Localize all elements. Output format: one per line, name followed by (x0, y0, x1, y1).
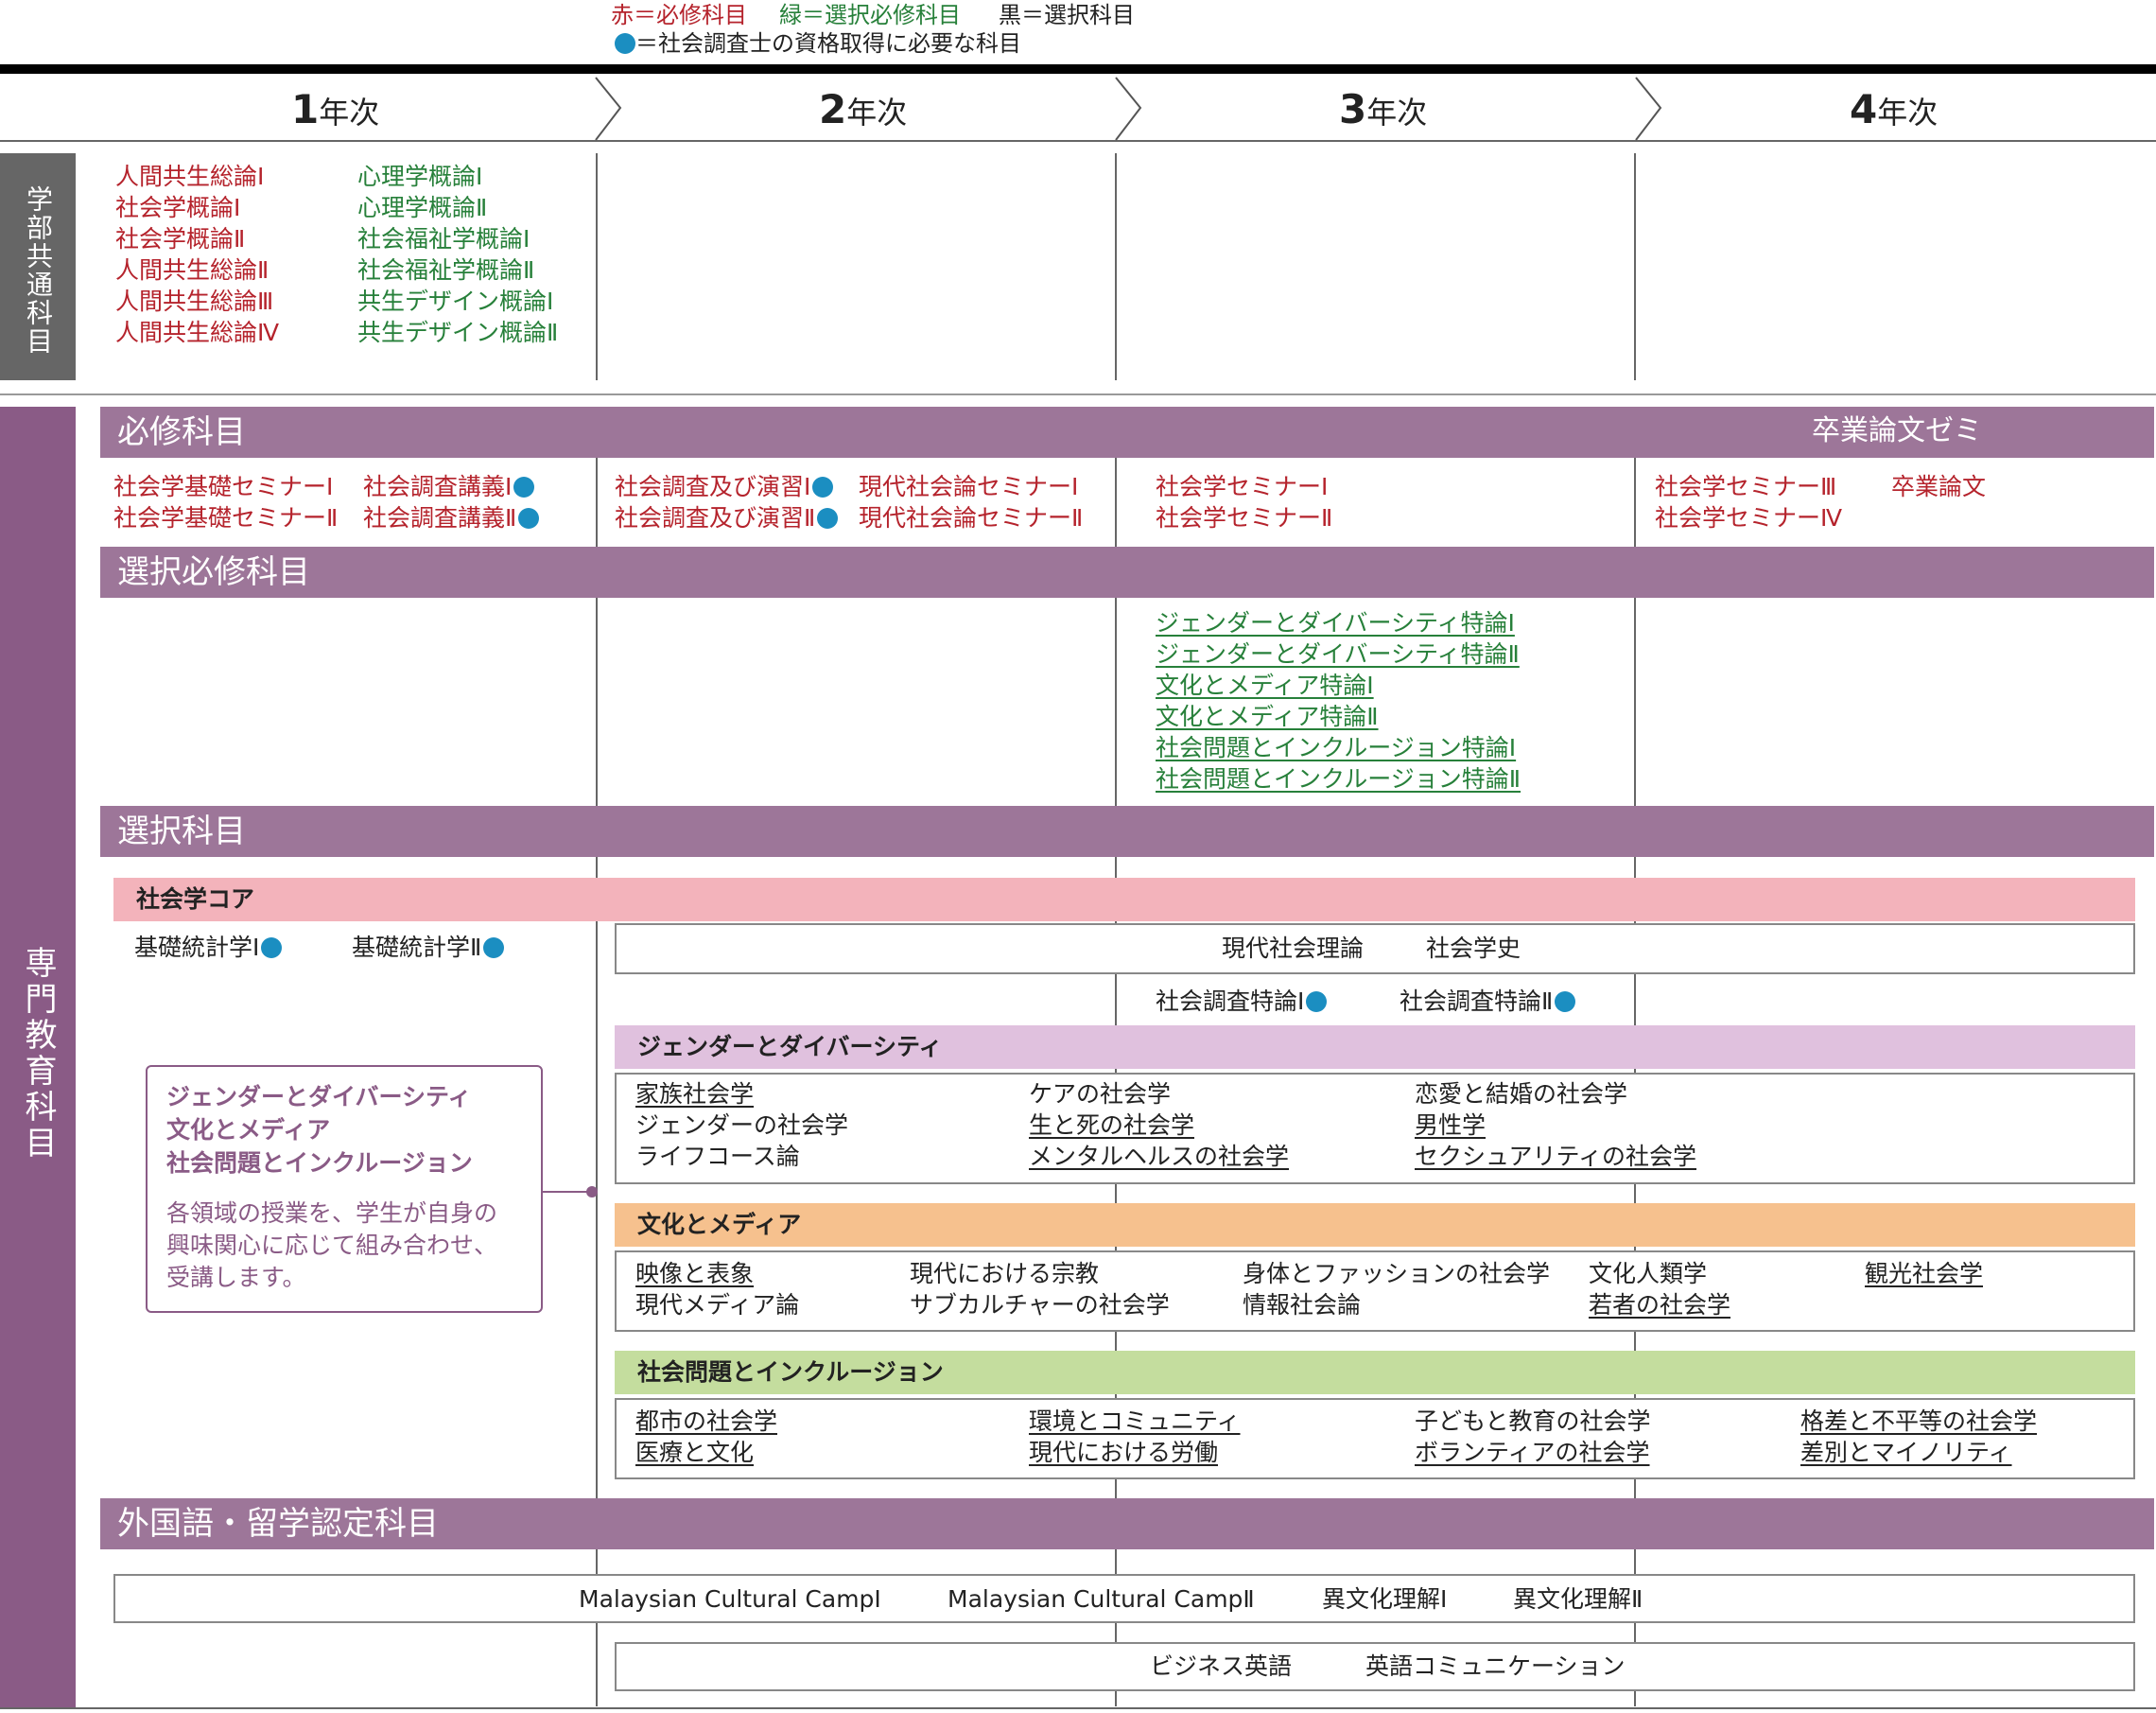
required-y1-col2: 社会調査講義Ⅰ 社会調査講義Ⅱ (363, 471, 540, 533)
survey-dot-icon (1555, 991, 1576, 1012)
social-col2: 環境とコミュニティ 現代における労働 (1029, 1407, 1241, 1466)
domain-note-body: 各領域の授業を、学生が自身の 興味関心に応じて組み合わせ、 受講します。 (166, 1199, 498, 1291)
legend-survey: ＝社会調査士の資格取得に必要な科目 (613, 28, 1021, 60)
culture-header: 文化とメディア (615, 1203, 2135, 1247)
survey-dot-icon (615, 33, 635, 54)
specialized-label: 専門教育科目 (19, 946, 57, 1162)
required-y2-col2: 現代社会論セミナーⅠ 現代社会論セミナーⅡ (859, 473, 1084, 532)
band-elective-required: 選択必修科目 (100, 547, 2154, 598)
foreign-row1-c: 異文化理解Ⅰ (1322, 1585, 1448, 1613)
sociology-core-header: 社会学コア (113, 878, 2135, 921)
legend-required: 赤＝必修科目 (611, 2, 747, 28)
faculty-common-label: 学部共通科目 (23, 185, 54, 356)
foreign-row2-b: 英語コミュニケーション (1365, 1652, 1626, 1680)
required-y4-col1: 社会学セミナーⅢ 社会学セミナーⅣ (1655, 473, 1843, 532)
survey-dot-icon (812, 477, 834, 498)
culture-col5: 観光社会学 (1865, 1260, 1984, 1287)
survey-special-2: 社会調査特論Ⅱ (1400, 986, 1576, 1017)
note-connector-dot (586, 1186, 598, 1197)
survey-dot-icon (261, 937, 283, 958)
social-col4: 格差と不平等の社会学 差別とマイノリティ (1800, 1407, 2038, 1466)
legend-elective: 黒＝選択科目 (999, 2, 1135, 28)
divider-y2-top (596, 153, 598, 380)
year-3: 3年次 (1339, 86, 1428, 132)
stats-1: 基礎統計学Ⅰ (134, 932, 283, 963)
foreign-row1-a: Malaysian Cultural CampⅠ (579, 1585, 881, 1613)
year-2: 2年次 (819, 86, 908, 132)
band-foreign: 外国語・留学認定科目 (100, 1498, 2154, 1549)
survey-dot-icon (518, 508, 540, 529)
survey-special-1: 社会調査特論Ⅰ (1156, 986, 1328, 1017)
sociology-core-box (615, 923, 2135, 974)
required-y1-col1: 社会学基礎セミナーⅠ 社会学基礎セミナーⅡ (113, 473, 339, 532)
survey-dot-icon (1306, 991, 1328, 1012)
elective-required-list: ジェンダーとダイバーシティ特論Ⅰ ジェンダーとダイバーシティ特論Ⅱ 文化とメディア… (1156, 609, 1521, 793)
survey-dot-icon (513, 477, 535, 498)
core-history: 社会学史 (1426, 935, 1521, 962)
year-4: 4年次 (1850, 86, 1939, 132)
arrow-chevron-2 (1115, 77, 1142, 141)
legend-elective-required: 緑＝選択必修科目 (779, 2, 961, 28)
survey-dot-icon (817, 508, 839, 529)
gender-col1: 家族社会学 ジェンダーの社会学 ライフコース論 (635, 1080, 849, 1170)
culture-col2: 現代における宗教 サブカルチャーの社会学 (910, 1260, 1170, 1319)
arrow-chevron-3 (1635, 77, 1662, 141)
culture-col3: 身体とファッションの社会学 情報社会論 (1243, 1260, 1551, 1319)
arrow-chevron-1 (595, 77, 622, 141)
band-elective: 選択科目 (100, 806, 2154, 857)
foreign-row1-b: Malaysian Cultural CampⅡ (948, 1585, 1255, 1613)
bottom-rule (0, 1707, 2156, 1709)
culture-col1: 映像と表象 現代メディア論 (635, 1260, 800, 1319)
gender-col2: ケアの社会学 生と死の社会学 メンタルヘルスの社会学 (1029, 1080, 1290, 1170)
culture-col4: 文化人類学 若者の社会学 (1589, 1260, 1731, 1319)
faculty-red-list: 人間共生総論Ⅰ 社会学概論Ⅰ 社会学概論Ⅱ 人間共生総論Ⅱ 人間共生総論Ⅲ 人間共生総論… (115, 163, 280, 346)
year-1: 1年次 (291, 86, 380, 132)
required-y2-col1: 社会調査及び演習Ⅰ 社会調査及び演習Ⅱ (615, 471, 839, 533)
required-y4-thesis: 卒業論文 (1891, 473, 1987, 500)
core-theory: 現代社会理論 (1222, 935, 1365, 962)
social-header: 社会問題とインクルージョン (615, 1351, 2135, 1394)
foreign-row1-d: 異文化理解Ⅱ (1513, 1585, 1643, 1613)
divider-y4-top (1634, 153, 1636, 380)
gender-col3: 恋愛と結婚の社会学 男性学 セクシュアリティの社会学 (1415, 1080, 1697, 1170)
divider-y3-top (1115, 153, 1117, 380)
social-col3: 子どもと教育の社会学 ボランティアの社会学 (1415, 1407, 1651, 1466)
foreign-row2-a: ビジネス英語 (1150, 1652, 1293, 1680)
section-divider (0, 393, 2156, 395)
stats-2: 基礎統計学Ⅱ (352, 932, 505, 963)
social-col1: 都市の社会学 医療と文化 (635, 1407, 778, 1466)
faculty-green-list: 心理学概論Ⅰ 心理学概論Ⅱ 社会福祉学概論Ⅰ 社会福祉学概論Ⅱ 共生デザイン概論Ⅰ 共生… (357, 163, 559, 346)
header-top-rule (0, 64, 2156, 74)
domain-note-titles: ジェンダーとダイバーシティ 文化とメディア 社会問題とインクルージョン (166, 1083, 473, 1177)
thesis-seminar-label: 卒業論文ゼミ (1812, 414, 1982, 447)
survey-dot-icon (483, 937, 505, 958)
gender-header: ジェンダーとダイバーシティ (615, 1025, 2135, 1069)
required-y3: 社会学セミナーⅠ 社会学セミナーⅡ (1156, 473, 1333, 532)
